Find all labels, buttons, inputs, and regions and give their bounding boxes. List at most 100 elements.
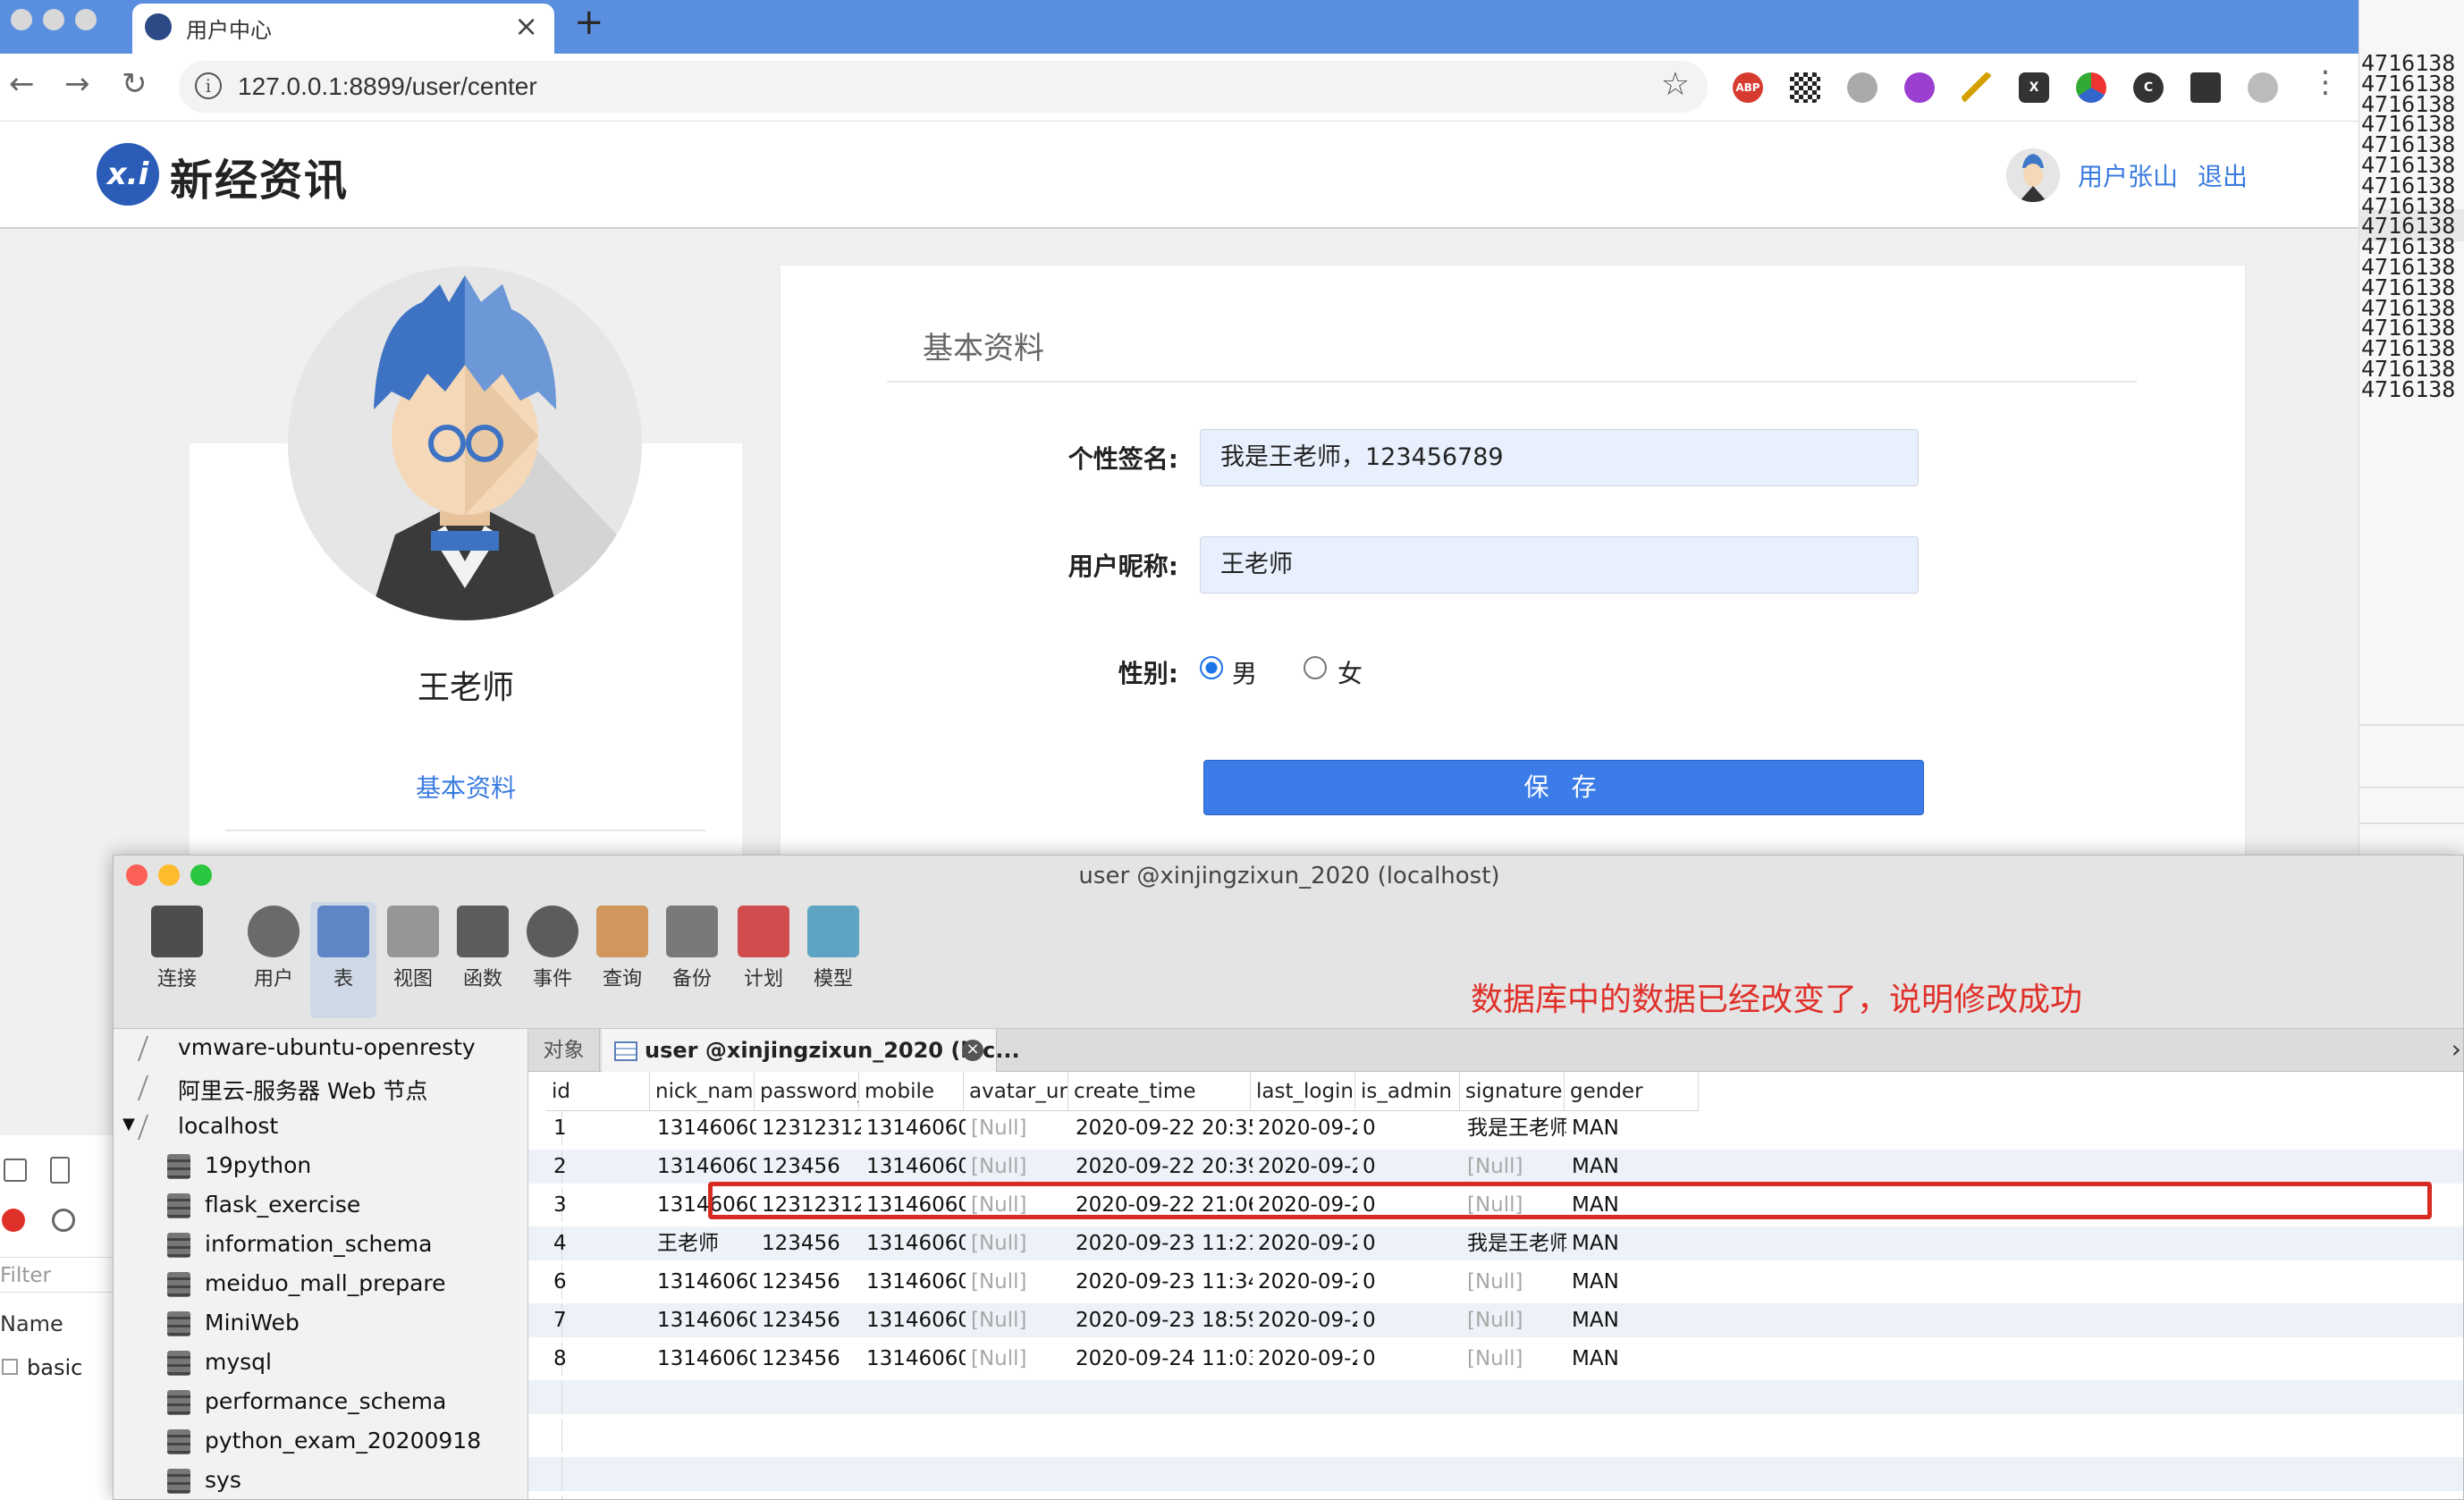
translate-icon[interactable] xyxy=(1847,72,1878,103)
cell-create-time[interactable]: 2020-09-22 20:35:12 xyxy=(1070,1111,1253,1145)
cell-id[interactable]: 3 xyxy=(548,1188,652,1222)
cell-is-admin[interactable]: 0 xyxy=(1357,1265,1462,1299)
cell-create-time[interactable]: 2020-09-23 11:34:03 xyxy=(1070,1265,1253,1299)
reload-icon[interactable]: ↻ xyxy=(122,66,148,102)
cell-signature[interactable]: [Null] xyxy=(1462,1342,1566,1376)
cell-mobile[interactable]: 13146060332 xyxy=(861,1150,966,1184)
filter-input[interactable]: Filter xyxy=(0,1257,114,1293)
record-icon[interactable] xyxy=(2,1209,25,1232)
cell-avatar-url[interactable]: [Null] xyxy=(966,1265,1070,1299)
gender-female-label[interactable]: 女 xyxy=(1337,654,1363,690)
tree-database[interactable]: performance_schema xyxy=(205,1388,446,1414)
tree-database[interactable]: 19python xyxy=(205,1152,311,1178)
cell-nick-name[interactable]: 13146060339 xyxy=(652,1265,756,1299)
minimize-window-button[interactable] xyxy=(43,9,64,30)
toolbar-function[interactable]: 函数 xyxy=(450,902,516,1018)
profile-icon[interactable] xyxy=(2248,72,2278,103)
puzzle-icon[interactable] xyxy=(2190,72,2221,103)
qr-code-icon[interactable] xyxy=(1790,72,1820,103)
extension-colorful-icon[interactable] xyxy=(2076,72,2106,103)
cell-create-time[interactable]: 2020-09-23 11:21:51 xyxy=(1070,1226,1253,1260)
cell-nick-name[interactable]: 13146060789 xyxy=(652,1303,756,1337)
toolbar-schedule[interactable]: 计划 xyxy=(730,902,797,1018)
column-header-create-time[interactable]: create_time xyxy=(1068,1072,1251,1111)
logout-link[interactable]: 退出 xyxy=(2198,157,2248,193)
table-row[interactable]: 4王老师12345613146060336[Null]2020-09-23 11… xyxy=(528,1226,2463,1260)
tree-connection[interactable]: localhost xyxy=(178,1113,278,1139)
column-header-password-hash[interactable]: password_hash xyxy=(755,1072,859,1111)
row-marker[interactable] xyxy=(528,1380,562,1414)
toolbar-query[interactable]: 查询 xyxy=(589,902,655,1018)
lightning-icon[interactable] xyxy=(1962,72,1992,103)
column-header-last-login[interactable]: last_login xyxy=(1251,1072,1355,1111)
column-header-mobile[interactable]: mobile xyxy=(859,1072,964,1111)
tree-connection[interactable]: 阿里云-服务器 Web 节点 xyxy=(178,1074,427,1106)
new-tab-button[interactable]: + xyxy=(574,2,604,43)
cell-gender[interactable]: MAN xyxy=(1566,1111,1700,1145)
x-extension-icon[interactable]: X xyxy=(2019,72,2049,103)
device-toggle-icon[interactable] xyxy=(50,1157,70,1184)
tree-database[interactable]: information_schema xyxy=(205,1231,432,1257)
table-row[interactable]: 61314606033912345613146060339[Null]2020-… xyxy=(528,1265,2463,1299)
tree-database[interactable]: python_exam_20200918 xyxy=(205,1428,481,1454)
tree-database[interactable]: meiduo_mall_prepare xyxy=(205,1270,446,1296)
cell-password-hash[interactable]: 123123123 xyxy=(756,1111,861,1145)
cell-gender[interactable]: MAN xyxy=(1566,1150,1700,1184)
toolbar-model[interactable]: 模型 xyxy=(800,902,866,1018)
cell-gender[interactable]: MAN xyxy=(1566,1226,1700,1260)
tree-database[interactable]: sys xyxy=(205,1467,241,1493)
logo-text[interactable]: 新经资讯 xyxy=(170,145,349,207)
cell-create-time[interactable]: 2020-09-22 20:39:59 xyxy=(1070,1150,1253,1184)
cell-id[interactable]: 4 xyxy=(548,1226,652,1260)
cell-create-time[interactable]: 2020-09-24 11:03:17 xyxy=(1070,1342,1253,1376)
cell-mobile[interactable]: 13146060339 xyxy=(861,1265,966,1299)
cell-last-login[interactable]: 2020-09-23 11:3 xyxy=(1253,1265,1357,1299)
cell-avatar-url[interactable]: [Null] xyxy=(966,1303,1070,1337)
forward-icon[interactable]: → xyxy=(64,66,90,102)
cell-last-login[interactable]: 2020-09-23 18:5 xyxy=(1253,1303,1357,1337)
maximize-window-button[interactable] xyxy=(75,9,97,30)
address-bar[interactable]: i 127.0.0.1:8899/user/center ☆ xyxy=(179,61,1708,113)
signature-input[interactable]: 我是王老师，123456789 xyxy=(1200,429,1919,486)
bookmark-star-icon[interactable]: ☆ xyxy=(1661,66,1690,103)
column-header-nick-name[interactable]: nick_name xyxy=(650,1072,755,1111)
expand-arrow-icon[interactable]: ▼ xyxy=(122,1115,135,1133)
cell-nick-name[interactable]: 13146060123 xyxy=(652,1342,756,1376)
cell-password-hash[interactable]: 123456 xyxy=(756,1150,861,1184)
cell-nick-name[interactable]: 13146060331 xyxy=(652,1111,756,1145)
cell-is-admin[interactable]: 0 xyxy=(1357,1111,1462,1145)
cell-password-hash[interactable]: 123456 xyxy=(756,1226,861,1260)
cell-avatar-url[interactable]: [Null] xyxy=(966,1226,1070,1260)
tab-user-table[interactable]: user @xinjingzixun_2020 (loc... × xyxy=(602,1029,1020,1072)
cell-last-login[interactable]: 2020-09-24 11:0 xyxy=(1253,1342,1357,1376)
tree-database[interactable]: MiniWeb xyxy=(205,1310,300,1336)
column-header-gender[interactable]: gender xyxy=(1565,1072,1699,1111)
header-username-link[interactable]: 用户张山 xyxy=(2078,157,2178,193)
tab-user-center[interactable]: 用户中心 × xyxy=(132,4,554,54)
cell-password-hash[interactable]: 123456 xyxy=(756,1265,861,1299)
column-header-id[interactable]: id xyxy=(546,1072,650,1111)
request-item[interactable]: basic xyxy=(27,1350,82,1386)
cell-gender[interactable]: MAN xyxy=(1566,1265,1700,1299)
cell-id[interactable]: 2 xyxy=(548,1150,652,1184)
cell-is-admin[interactable]: 0 xyxy=(1357,1150,1462,1184)
tree-database[interactable]: mysql xyxy=(205,1349,272,1375)
more-tabs-icon[interactable]: › xyxy=(2451,1034,2461,1064)
back-icon[interactable]: ← xyxy=(9,66,35,102)
close-window-button[interactable] xyxy=(11,9,32,30)
cell-mobile[interactable]: 13146060789 xyxy=(861,1303,966,1337)
cell-signature[interactable]: 我是王老师 xyxy=(1462,1111,1566,1145)
row-marker[interactable] xyxy=(528,1457,562,1491)
cell-last-login[interactable]: 2020-09-23 11:2 xyxy=(1253,1226,1357,1260)
close-tab-icon[interactable]: × xyxy=(962,1040,983,1061)
clear-icon[interactable] xyxy=(52,1209,75,1232)
cell-avatar-url[interactable]: [Null] xyxy=(966,1150,1070,1184)
table-row[interactable]: 11314606033112312312313146060331[Null]20… xyxy=(528,1111,2463,1145)
toolbar-view[interactable]: 视图 xyxy=(380,902,446,1018)
cell-id[interactable]: 7 xyxy=(548,1303,652,1337)
inspect-icon[interactable] xyxy=(4,1159,27,1182)
cell-is-admin[interactable]: 0 xyxy=(1357,1303,1462,1337)
gender-female-radio[interactable] xyxy=(1304,656,1327,679)
cell-password-hash[interactable]: 123456 xyxy=(756,1342,861,1376)
cell-mobile[interactable]: 13146060123 xyxy=(861,1342,966,1376)
